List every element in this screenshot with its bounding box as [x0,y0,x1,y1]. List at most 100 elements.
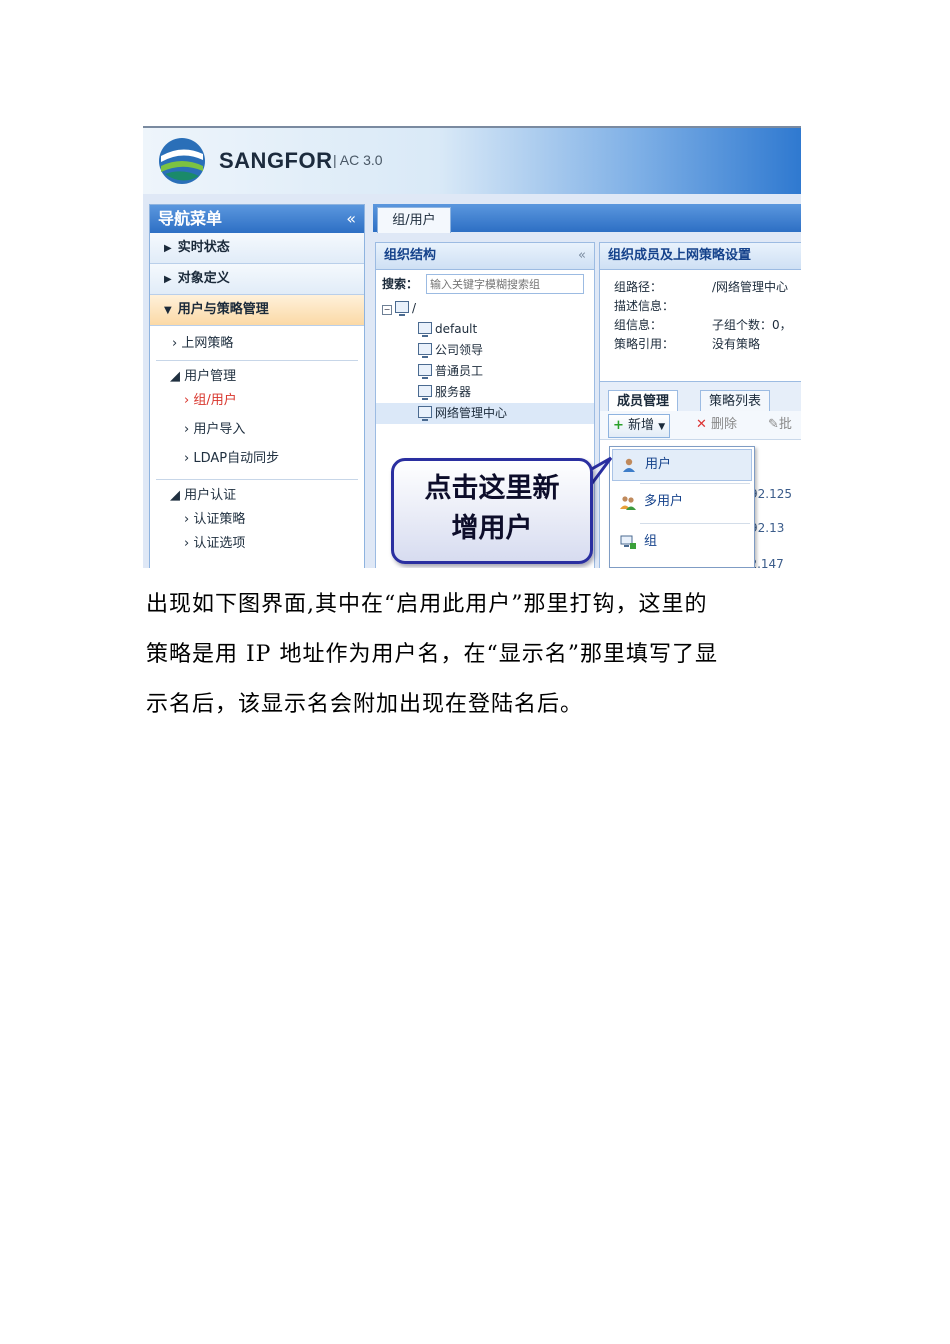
field-label: 组路径： [614,280,663,294]
field-label: 描述信息： [614,299,675,313]
divider [156,360,358,361]
paragraph-line: 出现如下图界面,其中在“启用此用户”那里打钩，这里的 [146,592,708,617]
annotation-callout: 点击这里新 增用户 [391,458,593,564]
screenshot: SANGFOR | AC 3.0 导航菜单 « ▶ 实时状态 ▶ 对象定义 ▼ 用户与… [143,126,801,568]
nav-menu: 导航菜单 « ▶ 实时状态 ▶ 对象定义 ▼ 用户与策略管理 › 上网策略 ◢ 用户管… [149,204,365,568]
app-header: SANGFOR | AC 3.0 [143,128,801,194]
nav-section-user-policy[interactable]: ▼ 用户与策略管理 [150,295,364,326]
search-label: 搜索： [382,277,419,291]
menu-item-multi-user[interactable]: 多用户 [612,487,750,517]
nav-group-user-management[interactable]: ◢ 用户管理 [150,365,364,389]
field-label: 策略引用： [614,337,675,351]
tree-node-label: 网络管理中心 [435,406,508,420]
product-version: | AC 3.0 [333,152,383,168]
divider [640,523,750,524]
tree-node-label: default [435,322,478,336]
tree-node-label: 服务器 [435,385,472,399]
nav-item-web-policy[interactable]: › 上网策略 [150,332,364,356]
nav-title-label: 导航菜单 [158,209,223,228]
collapse-nav-icon[interactable]: « [346,205,356,233]
divider [156,479,358,480]
brand-name: SANGFOR [219,148,333,173]
nav-section-label: 对象定义 [177,271,230,286]
tree-node-label: 公司领导 [435,343,484,357]
tree-node-staff[interactable]: 普通员工 [376,361,594,382]
chevron-down-icon: ▼ [658,422,666,432]
group-info: 组路径： /网络管理中心 描述信息： 组信息： 子组个数：0， 策略引用： 没有策略 [600,270,801,352]
nav-section-label: 用户与策略管理 [177,302,269,317]
subgroup-count-value: 子组个数：0， [712,318,792,332]
tree-search: 搜索： [376,270,594,298]
collapse-panel-icon[interactable]: « [578,243,586,269]
nav-group-user-auth[interactable]: ◢ 用户认证 [150,484,364,508]
paragraph-line: 策略是用 IP 地址作为用户名，在“显示名”那里填写了显 [146,642,718,667]
tree-node-default[interactable]: default [376,319,594,340]
menu-item-label: 组 [644,534,658,549]
policy-ref-value: 没有策略 [712,337,761,351]
tree-node-network-center[interactable]: 网络管理中心 [376,403,594,424]
tab-policy-list[interactable]: 策略列表 [700,390,771,412]
delete-button-label: 删除 [711,417,738,432]
batch-button[interactable]: ✎批 [768,414,792,436]
computer-group-icon [418,343,432,358]
callout-line: 点击这里新 [424,473,560,504]
add-dropdown-menu: 用户 多用户 组 [609,446,755,568]
tree-node-label: / [412,301,417,315]
menu-item-label: 用户 [645,457,672,472]
tree-node-root[interactable]: − / [376,298,594,319]
tree-node-label: 普通员工 [435,364,484,378]
divider [640,483,750,484]
search-input[interactable] [426,274,584,294]
tree-node-servers[interactable]: 服务器 [376,382,594,403]
computer-group-icon [418,364,432,379]
member-subtabs: 成员管理 策略列表 [600,381,801,412]
panel-header: 组织成员及上网策略设置 [600,243,801,270]
nav-title: 导航菜单 « [150,205,364,233]
description-row: 描述信息： [614,299,801,314]
add-button-label: 新增 [628,418,655,433]
add-button[interactable]: + 新增 ▼ [608,414,671,438]
delete-x-icon: ✕ [696,417,707,432]
menu-item-user[interactable]: 用户 [612,449,752,481]
batch-button-label: 批 [778,417,792,432]
callout-line: 增用户 [451,513,533,544]
multi-user-icon [620,496,636,510]
nav-item-user-import[interactable]: › 用户导入 [150,418,364,442]
field-label: 组信息： [614,318,663,332]
collapse-toggle-icon[interactable]: − [382,305,392,315]
tree-node-company-leaders[interactable]: 公司领导 [376,340,594,361]
group-add-icon [620,535,636,549]
expand-arrow-icon: ▶ [164,243,172,254]
panel-header: 组织结构 « [376,243,594,270]
paragraph-line: 示名后，该显示名会附加出现在登陆名后。 [146,692,584,717]
panel-title: 组织结构 [384,248,437,263]
computer-group-icon [418,406,432,421]
menu-item-group[interactable]: 组 [612,527,750,557]
computer-group-icon [395,301,409,316]
nav-section-label: 实时状态 [177,240,230,255]
nav-item-auth-policy[interactable]: › 认证策略 [150,508,364,532]
menu-item-label: 多用户 [644,494,684,509]
instruction-paragraph: 出现如下图界面,其中在“启用此用户”那里打钩，这里的 策略是用 IP 地址作为用… [146,580,808,730]
group-path-row: 组路径： /网络管理中心 [614,276,801,299]
nav-item-group-user[interactable]: › 组/用户 [150,389,364,413]
nav-item-auth-options[interactable]: › 认证选项 [150,532,364,556]
nav-item-ldap-sync[interactable]: › LDAP自动同步 [150,447,364,471]
sangfor-logo [159,138,205,184]
pencil-icon: ✎ [768,417,779,432]
tab-member-management[interactable]: 成员管理 [608,390,679,412]
member-ip: 92.125 [750,487,792,501]
delete-button[interactable]: ✕ 删除 [696,414,737,436]
collapse-arrow-icon: ▼ [164,305,172,316]
tab-bar: 组/用户 [373,204,801,233]
computer-group-icon [418,322,432,337]
nav-section-realtime-status[interactable]: ▶ 实时状态 [150,233,364,264]
nav-section-object-definition[interactable]: ▶ 对象定义 [150,264,364,295]
group-path-value: /网络管理中心 [712,280,789,294]
tab-group-user[interactable]: 组/用户 [377,207,451,233]
plus-icon: + [613,418,624,433]
member-toolbar: + 新增 ▼ ✕ 删除 ✎批 [600,411,801,440]
expand-arrow-icon: ▶ [164,274,172,285]
computer-group-icon [418,385,432,400]
user-icon [623,458,635,472]
